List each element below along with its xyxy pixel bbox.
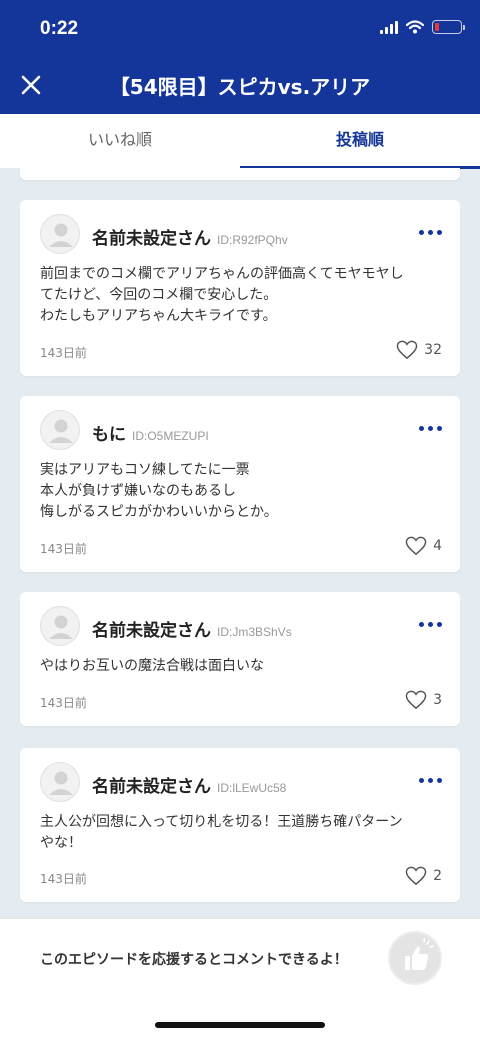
heart-icon xyxy=(405,536,427,556)
comment-text: やはりお互いの魔法合戦は面白いな xyxy=(40,658,264,674)
comment-header: もに ID:O5MEZUPI xyxy=(40,410,442,454)
comment-feed[interactable]: 名前未設定さん ID:R92fPQhv 前回までのコメ欄でアリアちゃんの評価高くて… xyxy=(0,168,480,918)
user-name-text: 名前未設定さん xyxy=(92,621,211,641)
avatar[interactable] xyxy=(40,762,80,802)
close-icon xyxy=(21,75,41,95)
home-indicator xyxy=(155,1022,325,1028)
more-dots-icon xyxy=(419,778,424,783)
comment-card: 名前未設定さん ID:R92fPQhv 前回までのコメ欄でアリアちゃんの評価高くて… xyxy=(20,200,460,376)
posted-time: 143日前 xyxy=(40,872,87,886)
thumbs-up-icon xyxy=(405,938,434,970)
avatar[interactable] xyxy=(40,214,80,254)
user-id: ID:O5MEZUPI xyxy=(132,429,209,443)
comment-footer: 143日前 32 xyxy=(40,340,442,362)
like-button[interactable]: 32 xyxy=(396,340,442,360)
user-name-text: もに xyxy=(92,425,126,445)
like-button[interactable]: 4 xyxy=(405,536,442,556)
status-time: 0:22 xyxy=(40,18,79,39)
user-name-text: 名前未設定さん xyxy=(92,777,211,797)
user-id: ID:lLEwUc58 xyxy=(217,781,287,795)
app-header: 【54限目】スピカvs.アリア xyxy=(0,58,480,114)
posted-time: 143日前 xyxy=(40,542,87,556)
user-icon xyxy=(49,615,73,639)
like-button[interactable]: 3 xyxy=(405,690,442,710)
avatar[interactable] xyxy=(40,410,80,450)
comment-footer: 143日前 4 xyxy=(40,536,442,558)
signal-icon xyxy=(380,20,398,34)
status-bar: 0:22 xyxy=(0,0,480,58)
comment-card: もに ID:O5MEZUPI 実はアリアもコソ練してたに一票 本人が負けず嫌いなの… xyxy=(20,396,460,572)
comment-card: 名前未設定さん ID:lLEwUc58 主人公が回想に入って切り札を切る！王道勝ち… xyxy=(20,748,460,902)
comment-text: 実はアリアもコソ練してたに一票 本人が負けず嫌いなのもあるし 悔しがるスピカがか… xyxy=(40,462,278,520)
comment-header: 名前未設定さん ID:R92fPQhv xyxy=(40,214,442,258)
like-button[interactable]: 2 xyxy=(405,866,442,886)
heart-icon xyxy=(396,340,418,360)
user-id: ID:Jm3BShVs xyxy=(217,625,292,639)
more-dots-icon xyxy=(419,426,424,431)
user-id: ID:R92fPQhv xyxy=(217,233,288,247)
more-options-button[interactable] xyxy=(419,426,442,431)
more-options-button[interactable] xyxy=(419,230,442,235)
comment-header: 名前未設定さん ID:Jm3BShVs xyxy=(40,606,442,650)
user-name: もに ID:O5MEZUPI xyxy=(92,420,209,445)
more-options-button[interactable] xyxy=(419,622,442,627)
comment-footer: 143日前 2 xyxy=(40,866,442,888)
heart-icon xyxy=(405,866,427,886)
sort-tabs: いいね順 投稿順 xyxy=(0,114,480,169)
comment-header: 名前未設定さん ID:lLEwUc58 xyxy=(40,762,442,806)
user-name: 名前未設定さん ID:Jm3BShVs xyxy=(92,616,292,641)
user-icon xyxy=(49,419,73,443)
tab-post-order[interactable]: 投稿順 xyxy=(240,114,480,169)
close-button[interactable] xyxy=(18,72,44,98)
comment-text: 前回までのコメ欄でアリアちゃんの評価高くてモヤモヤし てたけど、今回のコメ欄で安… xyxy=(40,266,404,324)
user-name: 名前未設定さん ID:lLEwUc58 xyxy=(92,772,286,797)
comment-card: 名前未設定さん ID:Jm3BShVs やはりお互いの魔法合戦は面白いな 143日… xyxy=(20,592,460,726)
status-icons xyxy=(380,20,465,34)
battery-level xyxy=(435,23,440,31)
avatar[interactable] xyxy=(40,606,80,646)
more-dots-icon xyxy=(419,622,424,627)
bottom-cta-bar: このエピソードを応援するとコメントできるよ！ xyxy=(0,918,480,1040)
tab-likes-order[interactable]: いいね順 xyxy=(0,114,240,168)
cheer-button[interactable] xyxy=(388,931,442,985)
comment-card-partial xyxy=(20,168,460,180)
heart-icon xyxy=(405,690,427,710)
like-count: 3 xyxy=(433,692,442,708)
battery-icon xyxy=(432,20,465,34)
comment-footer: 143日前 3 xyxy=(40,690,442,712)
user-icon xyxy=(49,771,73,795)
cta-text: このエピソードを応援するとコメントできるよ！ xyxy=(40,952,348,968)
more-dots-icon xyxy=(419,230,424,235)
like-count: 2 xyxy=(433,868,442,884)
user-name-text: 名前未設定さん xyxy=(92,229,211,249)
comment-text: 主人公が回想に入って切り札を切る！王道勝ち確パターン やな！ xyxy=(40,814,403,851)
more-options-button[interactable] xyxy=(419,778,442,783)
wifi-icon xyxy=(406,20,424,34)
like-count: 4 xyxy=(433,538,442,554)
page-title: 【54限目】スピカvs.アリア xyxy=(109,75,371,99)
user-icon xyxy=(49,223,73,247)
posted-time: 143日前 xyxy=(40,696,87,710)
posted-time: 143日前 xyxy=(40,346,87,360)
like-count: 32 xyxy=(424,342,442,358)
user-name: 名前未設定さん ID:R92fPQhv xyxy=(92,224,288,249)
